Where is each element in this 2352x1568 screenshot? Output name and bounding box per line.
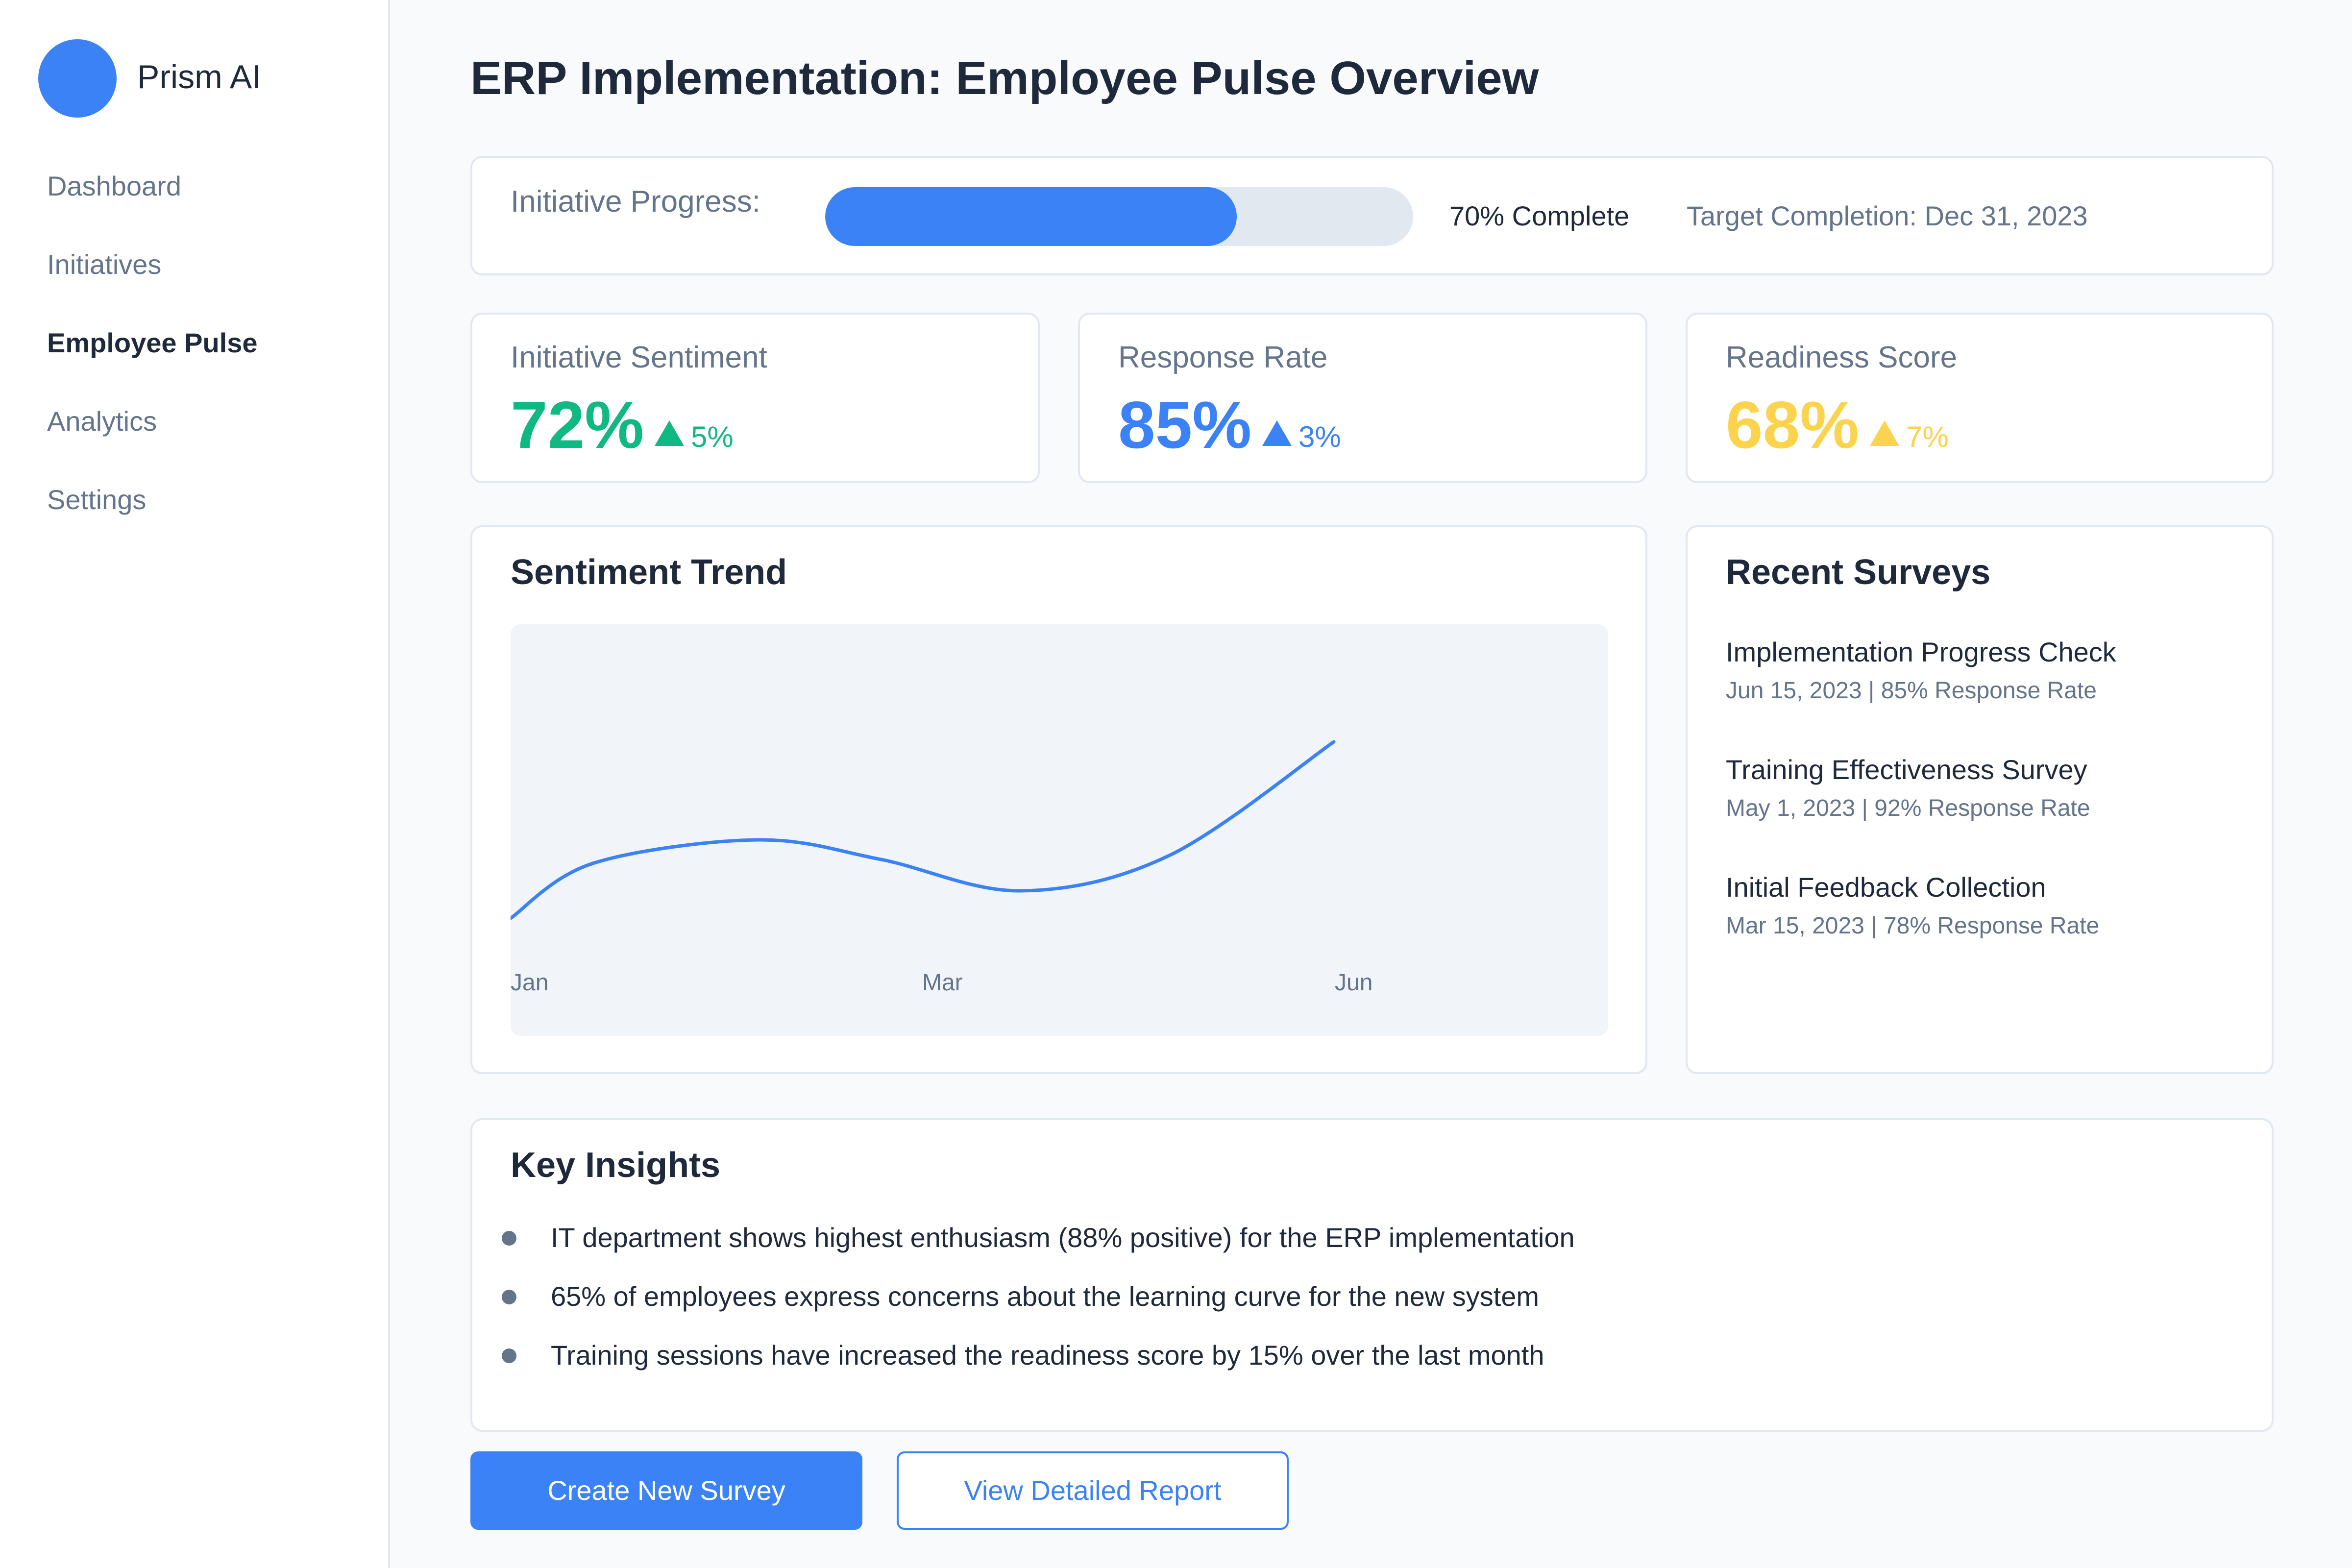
metric-delta-value: 3%	[1298, 420, 1341, 453]
progress-card: Initiative Progress: 70% Complete Target…	[470, 156, 2274, 275]
survey-item-meta: Jun 15, 2023 | 85% Response Rate	[1726, 678, 2097, 704]
metric-delta-value: 5%	[691, 420, 734, 453]
create-new-survey-button[interactable]: Create New Survey	[470, 1451, 862, 1530]
trend-chart-svg	[511, 740, 1336, 920]
metric-delta: 5%	[655, 417, 734, 457]
progress-bar	[825, 187, 1413, 246]
progress-label: Initiative Progress:	[511, 185, 760, 219]
survey-item-title[interactable]: Implementation Progress Check	[1726, 634, 2116, 670]
key-insights-title: Key Insights	[511, 1146, 721, 1185]
progress-bar-fill	[825, 187, 1237, 246]
target-completion: Target Completion: Dec 31, 2023	[1687, 200, 2088, 231]
metric-label: Initiative Sentiment	[511, 341, 767, 374]
metric-card-response-rate: Response Rate 85% 3%	[1078, 313, 1647, 483]
progress-percent-text: 70% Complete	[1449, 200, 1630, 231]
insight-text: Training sessions have increased the rea…	[551, 1340, 1544, 1371]
metric-delta: 3%	[1262, 417, 1341, 457]
metric-value: 85%	[1118, 388, 1252, 462]
x-tick-label: Jan	[511, 970, 549, 996]
survey-item-title[interactable]: Training Effectiveness Survey	[1726, 752, 2087, 788]
arrow-up-icon	[1262, 420, 1292, 446]
metric-value: 68%	[1726, 388, 1860, 462]
sentiment-trend-title: Sentiment Trend	[511, 553, 787, 592]
metric-value: 72%	[511, 388, 644, 462]
arrow-up-icon	[655, 420, 684, 446]
view-detailed-report-button[interactable]: View Detailed Report	[897, 1451, 1289, 1530]
sidebar-item-analytics[interactable]: Analytics	[47, 402, 157, 441]
metric-card-readiness: Readiness Score 68% 7%	[1686, 313, 2274, 483]
sidebar-item-dashboard[interactable]: Dashboard	[47, 167, 181, 206]
page-title: ERP Implementation: Employee Pulse Overv…	[470, 52, 1539, 104]
trend-line	[511, 740, 1336, 920]
insight-text: IT department shows highest enthusiasm (…	[551, 1222, 1575, 1253]
recent-surveys-title: Recent Surveys	[1726, 553, 1991, 592]
bullet-icon	[502, 1348, 516, 1363]
sentiment-trend-card: Sentiment Trend Jan Mar Jun	[470, 525, 1647, 1074]
metric-card-sentiment: Initiative Sentiment 72% 5%	[470, 313, 1040, 483]
metric-delta-value: 7%	[1906, 420, 1949, 453]
sidebar: Prism AI Dashboard Initiatives Employee …	[0, 0, 390, 1568]
x-tick-label: Jun	[1335, 970, 1373, 996]
recent-surveys-card: Recent Surveys Implementation Progress C…	[1686, 525, 2274, 1074]
sidebar-item-settings[interactable]: Settings	[47, 480, 146, 519]
sentiment-trend-chart: Jan Mar Jun	[511, 624, 1608, 1036]
survey-item-meta: May 1, 2023 | 92% Response Rate	[1726, 795, 2090, 821]
bullet-icon	[502, 1290, 516, 1304]
x-tick-label: Mar	[922, 970, 963, 996]
metric-delta: 7%	[1870, 417, 1949, 457]
insight-text: 65% of employees express concerns about …	[551, 1281, 1540, 1312]
survey-item-meta: Mar 15, 2023 | 78% Response Rate	[1726, 913, 2100, 939]
survey-item-title[interactable]: Initial Feedback Collection	[1726, 869, 2046, 906]
sidebar-item-employee-pulse[interactable]: Employee Pulse	[47, 323, 258, 363]
bullet-icon	[502, 1231, 516, 1246]
sidebar-item-initiatives[interactable]: Initiatives	[47, 245, 161, 284]
arrow-up-icon	[1870, 420, 1899, 446]
metric-label: Response Rate	[1118, 341, 1328, 374]
metric-label: Readiness Score	[1726, 341, 1958, 374]
key-insights-card: Key Insights IT department shows highest…	[470, 1118, 2274, 1432]
brand-name: Prism AI	[137, 58, 262, 96]
brand-logo	[38, 39, 117, 118]
